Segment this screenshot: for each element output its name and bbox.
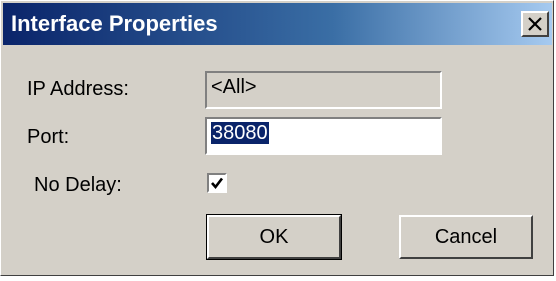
ok-button[interactable]: OK	[206, 214, 342, 260]
cancel-button[interactable]: Cancel	[399, 215, 533, 259]
ip-address-label: IP Address:	[27, 78, 129, 100]
no-delay-checkbox[interactable]	[207, 173, 227, 193]
checkmark-icon	[211, 177, 224, 190]
port-label: Port:	[27, 126, 70, 148]
close-button[interactable]	[521, 11, 549, 37]
title-bar[interactable]: Interface Properties	[3, 3, 552, 45]
window-title: Interface Properties	[11, 11, 218, 36]
no-delay-label: No Delay:	[34, 174, 122, 196]
ip-address-field: <All>	[205, 71, 442, 109]
port-input[interactable]: 38080	[205, 117, 442, 155]
port-value: 38080	[211, 122, 269, 144]
ip-address-value: <All>	[211, 76, 257, 98]
interface-properties-dialog: Interface Properties IP Address: <All> P…	[0, 0, 554, 276]
close-icon	[528, 17, 542, 31]
